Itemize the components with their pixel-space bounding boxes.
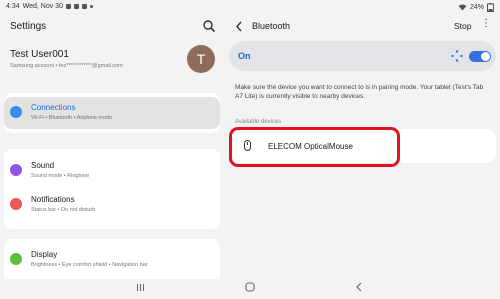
toggle-switch[interactable] (469, 51, 491, 62)
sidebar-item-sublabel: Wi-Fi • Bluetooth • Airplane mode (31, 115, 113, 121)
search-icon[interactable] (202, 19, 216, 33)
settings-pane: Settings Test User001 Samsung account • … (0, 13, 225, 279)
settings-group-display: Display Brightness • Eye comfort shield … (4, 239, 220, 279)
sound-icon (10, 164, 22, 176)
display-icon (10, 253, 22, 265)
sidebar-item-label: Sound (31, 161, 55, 170)
profile-card[interactable]: Test User001 Samsung account • tes******… (10, 45, 220, 81)
status-date: Wed, Nov 30 (22, 3, 63, 10)
sidebar-item-sound[interactable]: Sound Sound mode • Ringtone (4, 155, 220, 185)
back-arrow-icon[interactable] (235, 21, 243, 32)
sidebar-item-sublabel: Status bar • Do not disturb (31, 207, 96, 213)
page-title: Bluetooth (252, 21, 291, 31)
bluetooth-master-toggle[interactable]: On (229, 41, 496, 71)
cloud-notification-icon (81, 4, 87, 9)
stop-button[interactable]: Stop (454, 21, 472, 31)
back-nav-icon[interactable] (355, 282, 363, 292)
notifications-icon (10, 198, 22, 210)
sidebar-item-label: Notifications (31, 195, 75, 204)
bluetooth-pane: Bluetooth Stop ⋮ On Make sure the device… (225, 13, 500, 279)
mouse-icon (244, 140, 251, 151)
device-name: ELECOM OpticalMouse (268, 142, 353, 151)
more-notifications-icon (89, 5, 93, 8)
sidebar-item-label: Connections (31, 103, 76, 112)
avatar[interactable]: T (187, 45, 215, 73)
recents-icon[interactable] (136, 283, 145, 292)
settings-group-connections: Connections Wi-Fi • Bluetooth • Airplane… (4, 93, 220, 133)
profile-name: Test User001 (10, 49, 69, 60)
status-bar: 4:34 Wed, Nov 30 24% (0, 0, 500, 13)
app-notification-icon (73, 4, 79, 9)
toggle-knob (481, 52, 490, 61)
profile-account: Samsung account • tes************@gmail.… (10, 63, 123, 69)
more-options-icon[interactable]: ⋮ (481, 19, 491, 29)
sidebar-item-sublabel: Sound mode • Ringtone (31, 173, 90, 179)
wifi-icon (10, 106, 22, 118)
home-icon[interactable] (245, 282, 255, 292)
page-title: Settings (10, 21, 47, 32)
toggle-label: On (238, 51, 251, 61)
status-time: 4:34 (6, 3, 20, 10)
section-header-available: Available devices (235, 119, 282, 125)
sidebar-item-notifications[interactable]: Notifications Status bar • Do not distur… (4, 189, 220, 219)
sidebar-item-connections[interactable]: Connections Wi-Fi • Bluetooth • Airplane… (4, 97, 220, 129)
navigation-bar (0, 279, 500, 299)
battery-icon (487, 3, 494, 12)
sidebar-item-sublabel: Brightness • Eye comfort shield • Naviga… (31, 262, 148, 268)
sidebar-item-label: Display (31, 250, 58, 259)
battery-percent: 24% (469, 4, 484, 11)
device-item[interactable]: ELECOM OpticalMouse (229, 129, 496, 163)
gallery-notification-icon (65, 4, 71, 9)
pairing-description: Make sure the device you want to connect… (235, 84, 484, 100)
wifi-status-icon (458, 4, 467, 11)
settings-group-sound: Sound Sound mode • Ringtone Notification… (4, 149, 220, 229)
scanning-icon (451, 50, 463, 62)
sidebar-item-display[interactable]: Display Brightness • Eye comfort shield … (4, 244, 220, 274)
